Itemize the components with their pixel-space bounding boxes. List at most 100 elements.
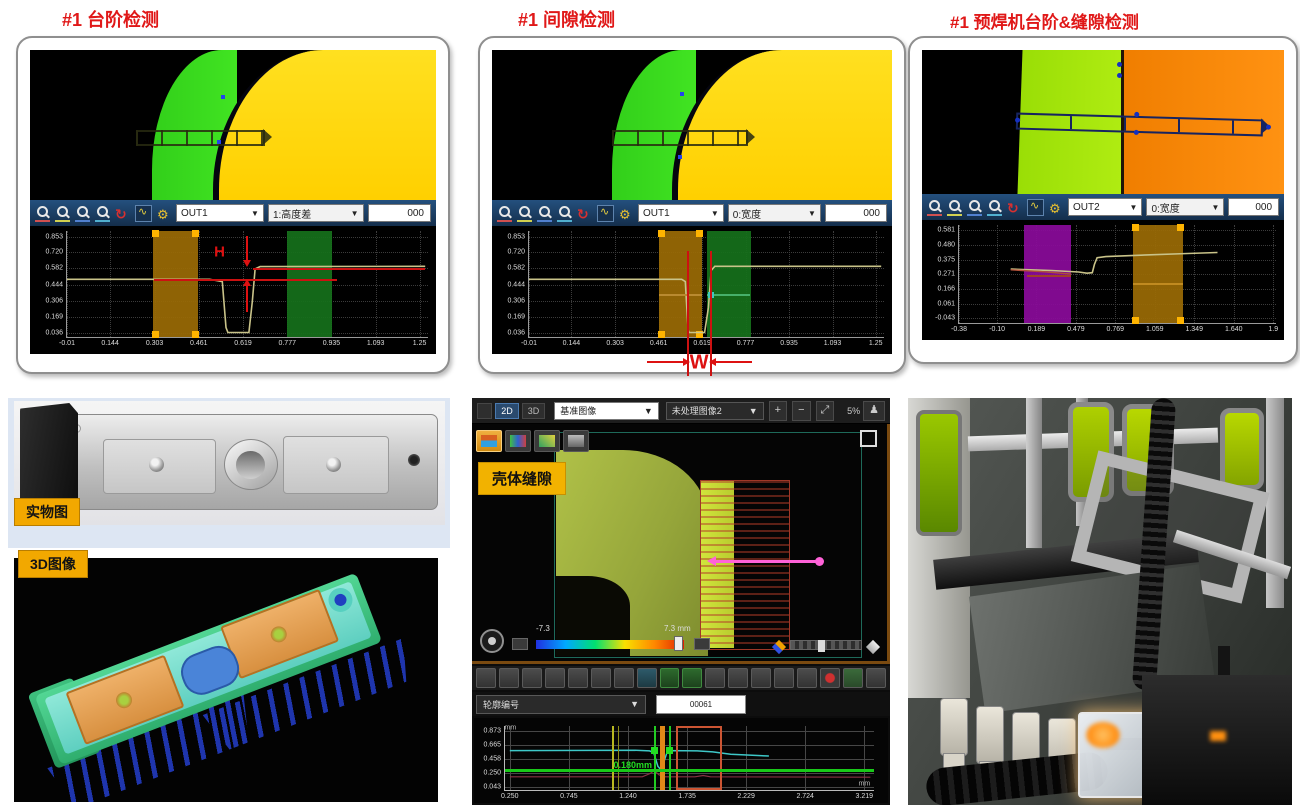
zoom-in-icon[interactable]: [927, 199, 942, 216]
user-icon[interactable]: ♟: [863, 401, 885, 421]
region-label: 壳体缝隙: [478, 462, 566, 495]
settings-icon[interactable]: [476, 668, 496, 688]
settings-icon[interactable]: [1049, 200, 1064, 215]
measure-mode-select[interactable]: 1:高度差▼: [268, 204, 364, 222]
gray-image-icon[interactable]: [563, 430, 589, 452]
profile-compare-icon[interactable]: [660, 668, 680, 688]
settings-icon[interactable]: [157, 206, 172, 221]
scale-right-button[interactable]: [694, 638, 710, 650]
roi-move-icon[interactable]: [797, 668, 817, 688]
chart-element: [659, 294, 701, 296]
zoom-region-icon[interactable]: [967, 199, 982, 216]
marker-diamond-icon[interactable]: [866, 640, 880, 654]
fullscreen-icon[interactable]: [860, 430, 877, 447]
image-select[interactable]: 基准图像▼: [554, 402, 658, 420]
capture-icon[interactable]: [728, 668, 748, 688]
zoom-out-icon[interactable]: [517, 205, 532, 222]
chart-element: 0.777: [737, 340, 755, 347]
zoom-in-icon[interactable]: [497, 205, 512, 222]
threshold-icon[interactable]: [705, 668, 725, 688]
layout-icon[interactable]: [477, 403, 492, 419]
waveform-icon[interactable]: [1027, 199, 1044, 216]
waveform-icon[interactable]: [135, 205, 152, 222]
rotate-icon[interactable]: [568, 668, 588, 688]
roi-arrow-box[interactable]: [612, 130, 748, 146]
real-part-photo: 实物图: [8, 398, 450, 548]
zoom-level: 5%: [847, 406, 860, 416]
measure-mode-select[interactable]: 0:宽度▼: [1146, 198, 1224, 216]
slider-handle[interactable]: [818, 640, 825, 652]
measure-mode-select[interactable]: 0:宽度▼: [728, 204, 821, 222]
zoom-in-icon[interactable]: [499, 668, 519, 688]
chart-element: [618, 726, 619, 790]
zoom-fit-icon[interactable]: ⤢: [816, 401, 835, 421]
grid-icon[interactable]: [637, 668, 657, 688]
roi-handle-dot[interactable]: [1266, 125, 1271, 130]
overlay-icon[interactable]: [866, 668, 886, 688]
position-slider[interactable]: [790, 640, 862, 650]
chevron-down-icon: ▼: [630, 699, 639, 709]
tab-2d[interactable]: 2D: [495, 403, 519, 419]
chart-element: 0.180mm: [614, 760, 653, 770]
zoom-region-icon[interactable]: [75, 205, 90, 222]
chart-element: 0.619: [693, 340, 711, 347]
measure-value-box[interactable]: 000: [825, 204, 887, 222]
chart-element: mm: [505, 725, 517, 732]
height-image-icon[interactable]: [476, 430, 502, 452]
reset-icon[interactable]: [115, 206, 130, 221]
chart-element: 0.250: [483, 770, 501, 777]
measure-value-box[interactable]: 000: [368, 204, 431, 222]
chart-element: [666, 747, 673, 754]
display-settings-icon[interactable]: [480, 629, 504, 653]
reset-icon[interactable]: [577, 206, 592, 221]
chart-element: W: [690, 351, 709, 374]
zoom-out-icon[interactable]: [55, 205, 70, 222]
output-select[interactable]: OUT2 ▼: [1068, 198, 1142, 216]
zoom-in-icon[interactable]: [35, 205, 50, 222]
scale-handle[interactable]: [674, 636, 683, 651]
chart-element: 0.303: [606, 340, 624, 347]
measure-value-box[interactable]: 000: [1228, 198, 1279, 216]
waveform-icon[interactable]: [597, 205, 614, 222]
measurement-arrow[interactable]: [716, 560, 820, 563]
record-icon[interactable]: [820, 668, 840, 688]
height-color-scale[interactable]: [536, 640, 684, 649]
zoom-in-icon[interactable]: +: [769, 401, 788, 421]
chart-element: 0.769: [1107, 326, 1125, 333]
roi-scale-icon[interactable]: [774, 668, 794, 688]
measure-icon[interactable]: [614, 668, 634, 688]
mask-icon[interactable]: [682, 668, 702, 688]
roi-handle-dot[interactable]: [1015, 118, 1020, 123]
profile-number-value[interactable]: 00061: [656, 695, 746, 714]
scale-left-button[interactable]: [512, 638, 528, 650]
image2-select[interactable]: 未处理图像2▼: [666, 402, 764, 420]
reset-icon[interactable]: [1007, 200, 1022, 215]
settings-icon[interactable]: [619, 206, 634, 221]
roi-arrow-box[interactable]: [136, 130, 266, 146]
zoom-region-icon[interactable]: [537, 205, 552, 222]
colormap-icon[interactable]: [534, 430, 560, 452]
zoom-fit-icon[interactable]: [95, 205, 110, 222]
chart-element: H: [214, 244, 225, 261]
roi-handle-dot[interactable]: [1135, 112, 1140, 117]
pan-icon[interactable]: [545, 668, 565, 688]
export-icon[interactable]: [843, 668, 863, 688]
roi-arrow-tip: [746, 129, 755, 145]
fit-icon[interactable]: [591, 668, 611, 688]
zoom-out-icon[interactable]: −: [792, 401, 811, 421]
output-select[interactable]: OUT1▼: [176, 204, 264, 222]
vision-software-panel: 2D 3D 基准图像▼ 未处理图像2▼ + − ⤢ 5% ♟ 壳体缝隙: [472, 398, 890, 805]
zoom-out-icon[interactable]: [522, 668, 542, 688]
zoom-out-icon[interactable]: [947, 199, 962, 216]
profile-number-select[interactable]: 轮廓编号▼: [476, 695, 646, 714]
chevron-down-icon: ▼: [1130, 203, 1138, 212]
tab-3d[interactable]: 3D: [522, 403, 546, 419]
profile-icon[interactable]: [505, 430, 531, 452]
zoom-fit-icon[interactable]: [987, 199, 1002, 216]
output-select-value: OUT2: [1073, 202, 1100, 213]
chevron-down-icon: ▼: [711, 209, 719, 218]
roi-box-icon[interactable]: [751, 668, 771, 688]
step-profile-chart: -0.010.1440.3030.4610.6190.7770.9351.093…: [30, 226, 436, 354]
zoom-fit-icon[interactable]: [557, 205, 572, 222]
output-select[interactable]: OUT1▼: [638, 204, 724, 222]
